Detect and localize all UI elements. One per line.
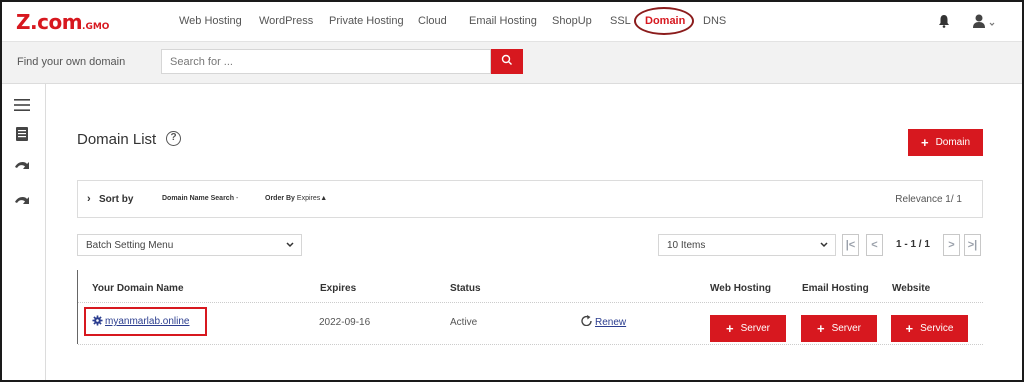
row-divider bbox=[78, 344, 983, 345]
pagination-info: 1 - 1 / 1 bbox=[896, 239, 930, 250]
plus-icon: + bbox=[920, 134, 929, 150]
prev-page-button[interactable]: < bbox=[866, 234, 883, 256]
next-page-button[interactable]: > bbox=[943, 234, 960, 256]
chevron-down-icon bbox=[286, 242, 294, 248]
add-domain-button[interactable]: + Domain bbox=[908, 129, 983, 156]
header-email-hosting: Email Hosting bbox=[802, 283, 869, 294]
renew-link[interactable]: Renew bbox=[595, 317, 626, 328]
nav-private-hosting[interactable]: Private Hosting bbox=[329, 15, 404, 27]
button-label: Server bbox=[740, 323, 771, 334]
arrow-icon[interactable] bbox=[14, 193, 30, 209]
items-per-page-value: 10 Items bbox=[667, 240, 706, 251]
book-icon[interactable] bbox=[14, 126, 30, 142]
header-web-hosting: Web Hosting bbox=[710, 283, 771, 294]
menu-icon[interactable] bbox=[14, 97, 30, 113]
email-hosting-server-button[interactable]: + Server bbox=[801, 315, 877, 342]
last-page-button[interactable]: >| bbox=[964, 234, 981, 256]
nav-cloud[interactable]: Cloud bbox=[418, 15, 447, 27]
nav-domain-highlight bbox=[634, 7, 694, 35]
relevance-text: Relevance 1/ 1 bbox=[895, 194, 962, 205]
order-by-label: Order By bbox=[265, 195, 295, 202]
logo[interactable]: Z.com.GMO bbox=[16, 10, 109, 34]
table-left-border bbox=[77, 270, 78, 344]
plus-icon: + bbox=[725, 320, 734, 336]
find-domain-label: Find your own domain bbox=[17, 56, 126, 68]
plus-icon: + bbox=[816, 320, 825, 336]
user-icon[interactable] bbox=[972, 13, 996, 29]
add-domain-label: Domain bbox=[935, 137, 971, 148]
left-sidebar bbox=[2, 84, 46, 380]
browser-frame: Z.com.GMO Web Hosting WordPress Private … bbox=[0, 0, 1024, 382]
plus-icon: + bbox=[905, 320, 914, 336]
sort-bar: › Sort by Domain Name Search - Order By … bbox=[77, 180, 983, 218]
order-by-value: Expires bbox=[296, 195, 321, 202]
batch-setting-value: Batch Setting Menu bbox=[86, 240, 174, 251]
button-label: Service bbox=[920, 323, 954, 334]
nav-dns[interactable]: DNS bbox=[703, 15, 726, 27]
button-label: Server bbox=[831, 323, 862, 334]
arrow-icon[interactable] bbox=[14, 158, 30, 174]
bell-icon[interactable] bbox=[938, 14, 950, 28]
nav-ssl[interactable]: SSL bbox=[610, 15, 631, 27]
sort-by-label: Sort by bbox=[99, 194, 134, 205]
nav-email-hosting[interactable]: Email Hosting bbox=[469, 15, 537, 27]
help-icon[interactable]: ? bbox=[166, 131, 181, 146]
search-button[interactable] bbox=[491, 49, 523, 74]
domain-search-input[interactable] bbox=[161, 49, 491, 74]
items-per-page-select[interactable]: 10 Items bbox=[658, 234, 836, 256]
chevron-right-icon[interactable]: › bbox=[87, 193, 91, 205]
sort-option-dash: - bbox=[235, 195, 239, 202]
web-hosting-server-button[interactable]: + Server bbox=[710, 315, 786, 342]
chevron-down-icon bbox=[820, 242, 828, 248]
domain-name-link[interactable]: myanmarlab.online bbox=[105, 316, 190, 327]
refresh-icon[interactable] bbox=[580, 315, 593, 326]
sort-order-by[interactable]: Order By Expires▲ bbox=[265, 195, 327, 202]
page-title: Domain List bbox=[77, 131, 157, 148]
header-domain-name: Your Domain Name bbox=[92, 283, 184, 294]
gear-icon[interactable] bbox=[92, 315, 103, 326]
nav-shopup[interactable]: ShopUp bbox=[552, 15, 592, 27]
status-value: Active bbox=[450, 317, 478, 328]
sort-asc-icon: ▲ bbox=[320, 195, 328, 202]
header-website: Website bbox=[892, 283, 931, 294]
sort-domain-name-search[interactable]: Domain Name Search - bbox=[162, 195, 238, 202]
expires-value: 2022-09-16 bbox=[319, 317, 371, 328]
website-service-button[interactable]: + Service bbox=[891, 315, 968, 342]
nav-web-hosting[interactable]: Web Hosting bbox=[179, 15, 242, 27]
header-status: Status bbox=[450, 283, 481, 294]
first-page-button[interactable]: |< bbox=[842, 234, 859, 256]
top-nav: Z.com.GMO Web Hosting WordPress Private … bbox=[2, 2, 1022, 42]
domain-search-bar: Find your own domain bbox=[2, 42, 1022, 84]
header-expires[interactable]: Expires bbox=[320, 283, 356, 294]
search-icon bbox=[501, 54, 512, 65]
batch-setting-select[interactable]: Batch Setting Menu bbox=[77, 234, 302, 256]
row-divider bbox=[78, 302, 983, 303]
sort-option-label: Domain Name Search bbox=[162, 195, 234, 202]
nav-wordpress[interactable]: WordPress bbox=[259, 15, 313, 27]
